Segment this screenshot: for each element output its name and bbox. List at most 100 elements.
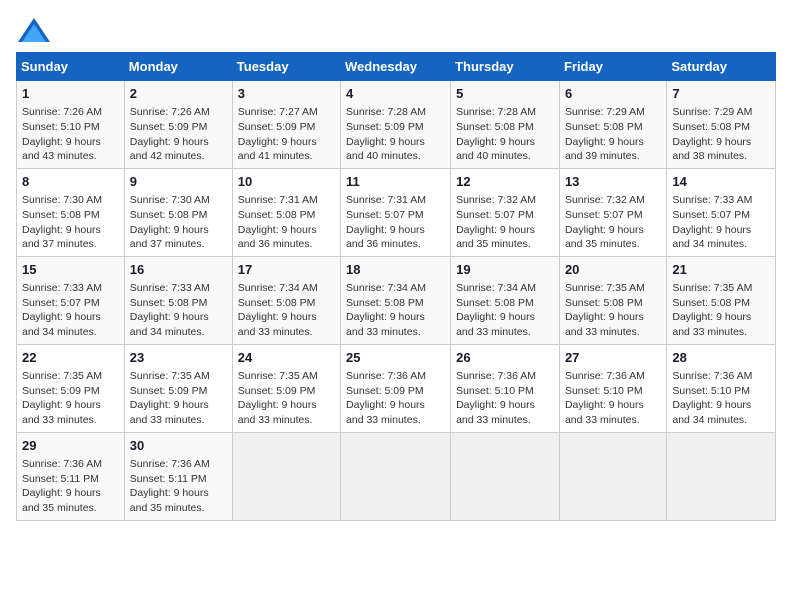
day-info: Sunrise: 7:36 AM Sunset: 5:11 PM Dayligh… [130, 457, 227, 516]
day-info: Sunrise: 7:36 AM Sunset: 5:10 PM Dayligh… [565, 369, 661, 428]
day-info: Sunrise: 7:36 AM Sunset: 5:09 PM Dayligh… [346, 369, 445, 428]
calendar-cell: 17 Sunrise: 7:34 AM Sunset: 5:08 PM Dayli… [232, 256, 340, 344]
calendar-cell: 11 Sunrise: 7:31 AM Sunset: 5:07 PM Dayli… [341, 168, 451, 256]
calendar-body: 1 Sunrise: 7:26 AM Sunset: 5:10 PM Daylig… [17, 81, 776, 521]
calendar-cell: 6Sunrise: 7:29 AM Sunset: 5:08 PM Daylig… [559, 81, 666, 169]
day-info: Sunrise: 7:33 AM Sunset: 5:07 PM Dayligh… [22, 281, 119, 340]
calendar-cell: 5 Sunrise: 7:28 AM Sunset: 5:08 PM Daylig… [451, 81, 560, 169]
day-number: 10 [238, 173, 335, 191]
calendar-cell: 10 Sunrise: 7:31 AM Sunset: 5:08 PM Dayli… [232, 168, 340, 256]
calendar-cell [667, 432, 776, 520]
header-friday: Friday [559, 53, 666, 81]
calendar-cell: 28 Sunrise: 7:36 AM Sunset: 5:10 PM Dayli… [667, 344, 776, 432]
day-number: 29 [22, 437, 119, 455]
day-info: Sunrise: 7:33 AM Sunset: 5:08 PM Dayligh… [130, 281, 227, 340]
calendar-cell: 14 Sunrise: 7:33 AM Sunset: 5:07 PM Dayli… [667, 168, 776, 256]
day-info: Sunrise: 7:31 AM Sunset: 5:07 PM Dayligh… [346, 193, 445, 252]
week-row-3: 15 Sunrise: 7:33 AM Sunset: 5:07 PM Dayli… [17, 256, 776, 344]
day-number: 17 [238, 261, 335, 279]
calendar-cell: 22Sunrise: 7:35 AM Sunset: 5:09 PM Dayli… [17, 344, 125, 432]
day-info: Sunrise: 7:31 AM Sunset: 5:08 PM Dayligh… [238, 193, 335, 252]
calendar-cell: 4 Sunrise: 7:28 AM Sunset: 5:09 PM Daylig… [341, 81, 451, 169]
day-info: Sunrise: 7:36 AM Sunset: 5:10 PM Dayligh… [456, 369, 554, 428]
day-info: Sunrise: 7:29 AM Sunset: 5:08 PM Dayligh… [672, 105, 770, 164]
calendar-cell: 29 Sunrise: 7:36 AM Sunset: 5:11 PM Dayli… [17, 432, 125, 520]
calendar-cell: 20 Sunrise: 7:35 AM Sunset: 5:08 PM Dayli… [559, 256, 666, 344]
header-monday: Monday [124, 53, 232, 81]
calendar-cell: 30 Sunrise: 7:36 AM Sunset: 5:11 PM Dayli… [124, 432, 232, 520]
calendar-cell: 19Sunrise: 7:34 AM Sunset: 5:08 PM Dayli… [451, 256, 560, 344]
header-row: SundayMondayTuesdayWednesdayThursdayFrid… [17, 53, 776, 81]
day-number: 9 [130, 173, 227, 191]
calendar-cell: 26 Sunrise: 7:36 AM Sunset: 5:10 PM Dayli… [451, 344, 560, 432]
header-wednesday: Wednesday [341, 53, 451, 81]
week-row-2: 8 Sunrise: 7:30 AM Sunset: 5:08 PM Daylig… [17, 168, 776, 256]
calendar-cell: 7Sunrise: 7:29 AM Sunset: 5:08 PM Daylig… [667, 81, 776, 169]
week-row-1: 1 Sunrise: 7:26 AM Sunset: 5:10 PM Daylig… [17, 81, 776, 169]
day-info: Sunrise: 7:30 AM Sunset: 5:08 PM Dayligh… [22, 193, 119, 252]
day-number: 23 [130, 349, 227, 367]
calendar-cell: 3 Sunrise: 7:27 AM Sunset: 5:09 PM Daylig… [232, 81, 340, 169]
day-info: Sunrise: 7:35 AM Sunset: 5:08 PM Dayligh… [565, 281, 661, 340]
day-number: 4 [346, 85, 445, 103]
day-number: 3 [238, 85, 335, 103]
day-info: Sunrise: 7:36 AM Sunset: 5:10 PM Dayligh… [672, 369, 770, 428]
header-sunday: Sunday [17, 53, 125, 81]
calendar-cell [451, 432, 560, 520]
day-info: Sunrise: 7:28 AM Sunset: 5:09 PM Dayligh… [346, 105, 445, 164]
calendar-cell: 24Sunrise: 7:35 AM Sunset: 5:09 PM Dayli… [232, 344, 340, 432]
day-number: 1 [22, 85, 119, 103]
day-info: Sunrise: 7:33 AM Sunset: 5:07 PM Dayligh… [672, 193, 770, 252]
day-number: 25 [346, 349, 445, 367]
day-number: 21 [672, 261, 770, 279]
day-info: Sunrise: 7:27 AM Sunset: 5:09 PM Dayligh… [238, 105, 335, 164]
calendar-cell: 27 Sunrise: 7:36 AM Sunset: 5:10 PM Dayli… [559, 344, 666, 432]
calendar-cell: 2 Sunrise: 7:26 AM Sunset: 5:09 PM Daylig… [124, 81, 232, 169]
calendar-table: SundayMondayTuesdayWednesdayThursdayFrid… [16, 52, 776, 521]
calendar-cell: 9 Sunrise: 7:30 AM Sunset: 5:08 PM Daylig… [124, 168, 232, 256]
day-number: 11 [346, 173, 445, 191]
calendar-cell [559, 432, 666, 520]
day-info: Sunrise: 7:32 AM Sunset: 5:07 PM Dayligh… [456, 193, 554, 252]
day-number: 6 [565, 85, 661, 103]
day-number: 15 [22, 261, 119, 279]
day-number: 28 [672, 349, 770, 367]
calendar-cell: 8 Sunrise: 7:30 AM Sunset: 5:08 PM Daylig… [17, 168, 125, 256]
day-info: Sunrise: 7:28 AM Sunset: 5:08 PM Dayligh… [456, 105, 554, 164]
day-info: Sunrise: 7:34 AM Sunset: 5:08 PM Dayligh… [238, 281, 335, 340]
day-number: 26 [456, 349, 554, 367]
calendar-cell: 18Sunrise: 7:34 AM Sunset: 5:08 PM Dayli… [341, 256, 451, 344]
day-info: Sunrise: 7:26 AM Sunset: 5:09 PM Dayligh… [130, 105, 227, 164]
calendar-cell: 1 Sunrise: 7:26 AM Sunset: 5:10 PM Daylig… [17, 81, 125, 169]
day-info: Sunrise: 7:35 AM Sunset: 5:09 PM Dayligh… [22, 369, 119, 428]
calendar-cell: 21 Sunrise: 7:35 AM Sunset: 5:08 PM Dayli… [667, 256, 776, 344]
week-row-4: 22Sunrise: 7:35 AM Sunset: 5:09 PM Dayli… [17, 344, 776, 432]
header-saturday: Saturday [667, 53, 776, 81]
day-info: Sunrise: 7:36 AM Sunset: 5:11 PM Dayligh… [22, 457, 119, 516]
page-header [16, 16, 776, 44]
day-number: 5 [456, 85, 554, 103]
calendar-cell: 13 Sunrise: 7:32 AM Sunset: 5:07 PM Dayli… [559, 168, 666, 256]
day-number: 20 [565, 261, 661, 279]
day-number: 13 [565, 173, 661, 191]
day-number: 8 [22, 173, 119, 191]
day-info: Sunrise: 7:35 AM Sunset: 5:09 PM Dayligh… [130, 369, 227, 428]
day-info: Sunrise: 7:34 AM Sunset: 5:08 PM Dayligh… [346, 281, 445, 340]
calendar-cell: 25 Sunrise: 7:36 AM Sunset: 5:09 PM Dayli… [341, 344, 451, 432]
day-info: Sunrise: 7:34 AM Sunset: 5:08 PM Dayligh… [456, 281, 554, 340]
week-row-5: 29 Sunrise: 7:36 AM Sunset: 5:11 PM Dayli… [17, 432, 776, 520]
day-number: 30 [130, 437, 227, 455]
day-number: 24 [238, 349, 335, 367]
calendar-cell: 12 Sunrise: 7:32 AM Sunset: 5:07 PM Dayli… [451, 168, 560, 256]
day-info: Sunrise: 7:26 AM Sunset: 5:10 PM Dayligh… [22, 105, 119, 164]
day-number: 12 [456, 173, 554, 191]
day-number: 2 [130, 85, 227, 103]
day-number: 27 [565, 349, 661, 367]
header-tuesday: Tuesday [232, 53, 340, 81]
header-thursday: Thursday [451, 53, 560, 81]
day-number: 14 [672, 173, 770, 191]
day-info: Sunrise: 7:32 AM Sunset: 5:07 PM Dayligh… [565, 193, 661, 252]
calendar-cell: 15 Sunrise: 7:33 AM Sunset: 5:07 PM Dayli… [17, 256, 125, 344]
day-info: Sunrise: 7:35 AM Sunset: 5:08 PM Dayligh… [672, 281, 770, 340]
day-info: Sunrise: 7:30 AM Sunset: 5:08 PM Dayligh… [130, 193, 227, 252]
